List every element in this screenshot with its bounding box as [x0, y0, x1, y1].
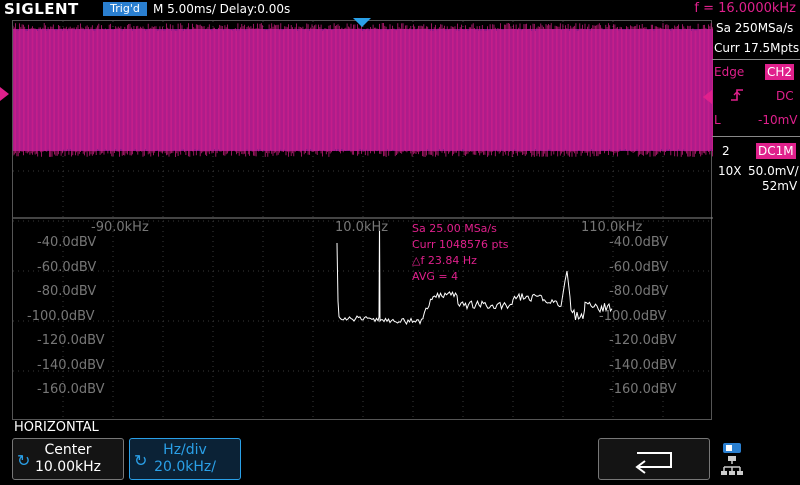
trigger-level-value[interactable]: -10mV: [758, 112, 800, 128]
fft-x-tick: -90.0kHz: [91, 220, 149, 235]
fft-x-tick: 110.0kHz: [581, 220, 642, 235]
trigger-level-marker[interactable]: [703, 90, 712, 104]
fft-y-tick: -140.0dBV: [609, 358, 677, 373]
fft-y-tick: -100.0dBV: [27, 309, 95, 324]
trigger-coupling[interactable]: DC: [776, 88, 800, 104]
fft-x-tick: 10.0kHz: [335, 220, 388, 235]
trigger-source-wrap: CH2: [765, 64, 799, 80]
trigger-level-label: L: [714, 112, 728, 128]
hzdiv-value: 20.0kHz/: [130, 459, 240, 475]
sample-rate: Sa 250MSa/s: [716, 20, 800, 36]
fft-y-tick: -160.0dBV: [37, 382, 105, 397]
fft-y-tick: -60.0dBV: [609, 260, 668, 275]
info-panel: Sa 250MSa/s Curr 17.5Mpts Edge CH2 DC L …: [712, 18, 800, 420]
fft-y-tick: -80.0dBV: [37, 284, 96, 299]
hzdiv-label: Hz/div: [130, 442, 240, 458]
fft-y-tick: -60.0dBV: [37, 260, 96, 275]
frequency-counter: f = 16.0000kHz: [694, 0, 796, 18]
fft-y-tick: -140.0dBV: [37, 358, 105, 373]
fft-y-tick: -120.0dBV: [609, 333, 677, 348]
return-arrow-icon: [599, 439, 711, 481]
center-label: Center: [13, 442, 123, 458]
fft-resolution: △f 23.84 Hz: [412, 253, 509, 269]
memory-depth: Curr 17.5Mpts: [714, 40, 800, 56]
timebase-readout[interactable]: M 5.00ms/ Delay:0.00s: [153, 0, 290, 18]
fft-y-tick: -80.0dBV: [609, 284, 668, 299]
channel-offset: 52mV: [762, 178, 800, 194]
trigger-type[interactable]: Edge: [714, 64, 754, 80]
channel-coupling-wrap: DC1M: [756, 143, 800, 159]
fft-info: Sa 25.00 MSa/s Curr 1048576 pts △f 23.84…: [412, 221, 509, 285]
ch2-offset-marker[interactable]: [0, 87, 9, 101]
status-bar: SIGLENT Trig'd M 5.00ms/ Delay:0.00s f =…: [0, 0, 800, 18]
volts-per-div: 50.0mV/: [748, 163, 800, 179]
divider: [712, 59, 800, 60]
menu-title: HORIZONTAL: [14, 420, 99, 436]
trigger-position-marker[interactable]: [353, 18, 371, 27]
ch2-waveform-trace: [13, 23, 713, 157]
trigger-status-badge[interactable]: Trig'd: [103, 2, 147, 16]
fft-y-tick: -100.0dBV: [599, 309, 667, 324]
hz-per-div-softkey[interactable]: ↻ Hz/div 20.0kHz/: [129, 438, 241, 480]
fft-points: Curr 1048576 pts: [412, 237, 509, 253]
fft-average: AVG = 4: [412, 269, 509, 285]
trigger-source-badge[interactable]: CH2: [765, 64, 794, 80]
fft-sample-rate: Sa 25.00 MSa/s: [412, 221, 509, 237]
fft-y-tick: -120.0dBV: [37, 333, 105, 348]
waveform-lines: [13, 23, 712, 157]
divider: [712, 136, 800, 137]
waveform-display[interactable]: -90.0kHz 10.0kHz 110.0kHz -40.0dBV -60.0d…: [12, 20, 712, 420]
rising-edge-icon: [730, 88, 750, 106]
return-button[interactable]: [598, 438, 710, 480]
channel-coupling-badge[interactable]: DC1M: [756, 143, 796, 159]
fft-y-tick: -40.0dBV: [609, 235, 668, 250]
brand-logo: SIGLENT: [4, 0, 79, 18]
center-frequency-softkey[interactable]: ↻ Center 10.00kHz: [12, 438, 124, 480]
fft-y-tick: -40.0dBV: [37, 235, 96, 250]
lan-icon: [720, 442, 746, 476]
channel-number: 2: [722, 143, 742, 159]
probe-ratio: 10X: [718, 163, 748, 179]
fft-y-tick: -160.0dBV: [609, 382, 677, 397]
center-value: 10.00kHz: [13, 459, 123, 475]
